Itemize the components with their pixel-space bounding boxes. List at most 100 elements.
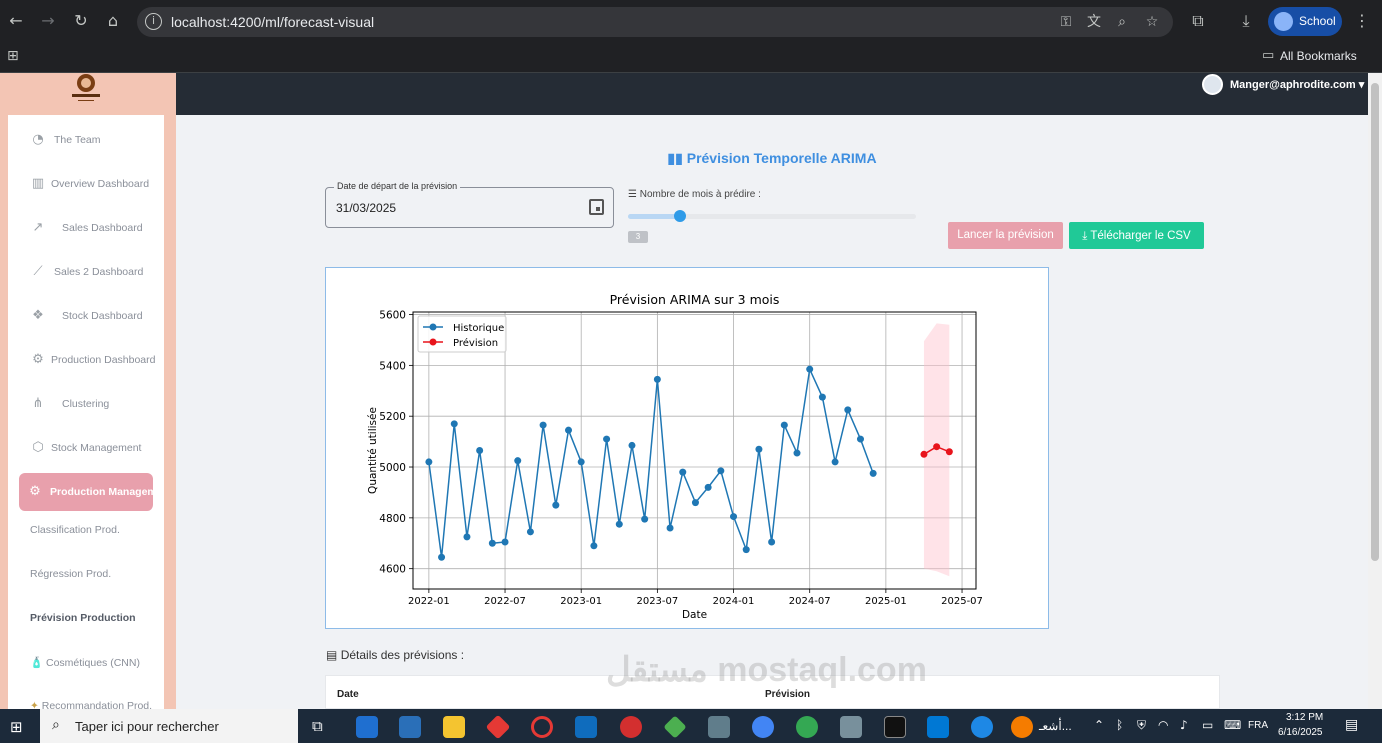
sidebar-item-the-team[interactable]: ◔ The Team	[8, 121, 164, 159]
sidebar-item-overview-dashboard[interactable]: ▥ Overview Dashboard	[8, 165, 164, 203]
data-point	[755, 445, 763, 453]
site-info-icon[interactable]: i	[145, 13, 162, 30]
page-title: ▮▮ Prévision Temporelle ARIMA	[667, 150, 877, 166]
user-avatar[interactable]	[1202, 74, 1223, 95]
battery-icon[interactable]: ▭	[1202, 718, 1213, 732]
months-slider[interactable]	[628, 210, 916, 222]
sidebar-item-clustering[interactable]: ⋔ Clustering	[8, 385, 164, 423]
sidebar-subitem-cosmetiques[interactable]: 🧴 Cosmétiques (CNN)	[8, 643, 164, 681]
data-point	[501, 538, 509, 546]
user-email[interactable]: Manger@aphrodite.com ▾	[1230, 78, 1364, 91]
search-placeholder: Taper ici pour rechercher	[75, 719, 219, 734]
app-header: Manger@aphrodite.com ▾	[0, 73, 1382, 115]
clock-date[interactable]: 6/16/2025	[1278, 727, 1323, 738]
x-tick-label: 2025-01	[865, 596, 907, 607]
x-tick-label: 2024-01	[713, 596, 755, 607]
url-text[interactable]: localhost:4200/ml/forecast-visual	[171, 14, 374, 30]
sidebar-item-production-management[interactable]: ⚙ Production Management	[19, 473, 153, 511]
data-point	[590, 542, 598, 550]
wifi-icon[interactable]: ◠	[1158, 718, 1168, 732]
file-explorer-icon[interactable]	[443, 716, 465, 738]
data-point	[476, 447, 484, 454]
profile-avatar	[1274, 12, 1293, 31]
data-point	[768, 538, 776, 546]
data-point	[679, 468, 687, 476]
gear-icon: ⚙	[29, 484, 41, 499]
chrome-profile-icon[interactable]	[796, 716, 818, 738]
windows-start-icon[interactable]: ⊞	[10, 718, 23, 736]
download-icon[interactable]: ⤓	[1235, 10, 1257, 32]
clock-time[interactable]: 3:12 PM	[1286, 712, 1323, 723]
cube-icon: ⬡	[32, 440, 44, 455]
menu-icon[interactable]: ⋮	[1351, 10, 1373, 32]
sidebar-item-label: Stock Dashboard	[62, 310, 143, 322]
store-icon[interactable]	[399, 716, 421, 738]
address-bar[interactable]: i localhost:4200/ml/forecast-visual ⚿ 文 …	[137, 7, 1173, 37]
home-icon[interactable]: ⌂	[102, 10, 124, 32]
line-chart-icon: ⟋	[33, 264, 43, 279]
language-indicator[interactable]: FRA	[1248, 720, 1268, 731]
chevron-up-icon[interactable]: ⌃	[1094, 718, 1104, 732]
start-date-field[interactable]: Date de départ de la prévision 31/03/202…	[325, 181, 614, 228]
keyboard-icon[interactable]: ⌨	[1224, 718, 1241, 732]
app-window-icon[interactable]	[840, 716, 862, 738]
app-green-icon[interactable]	[663, 715, 687, 739]
y-tick-label: 4600	[379, 564, 406, 576]
security-icon[interactable]: ⛨	[1137, 718, 1146, 733]
opera-gx-icon[interactable]	[620, 716, 642, 738]
app-diamond-icon[interactable]	[485, 714, 511, 740]
sidebar-item-production-dashboard[interactable]: ⚙ Production Dashboard	[8, 341, 164, 379]
all-bookmarks-link[interactable]: All Bookmarks	[1280, 49, 1357, 63]
forward-icon[interactable]: →	[37, 10, 59, 32]
outlook-icon[interactable]	[575, 716, 597, 738]
volume-icon[interactable]: ♪	[1180, 718, 1188, 732]
scrollbar-thumb[interactable]	[1371, 83, 1379, 561]
download-icon: ⤓	[1082, 228, 1088, 242]
profile-button[interactable]: School	[1268, 7, 1342, 36]
camera-icon[interactable]	[708, 716, 730, 738]
x-tick-label: 2022-01	[408, 596, 450, 607]
sidebar-item-stock-dashboard[interactable]: ❖ Stock Dashboard	[8, 297, 164, 335]
sidebar-item-label: Stock Management	[51, 442, 142, 454]
translate-icon[interactable]: 文	[1085, 13, 1103, 31]
bluetooth-icon[interactable]: ᛒ	[1116, 718, 1123, 732]
terminal-icon[interactable]	[884, 716, 906, 738]
run-forecast-button[interactable]: Lancer la prévision	[948, 222, 1063, 249]
sidebar-subitem-prevision[interactable]: Prévision Production	[8, 599, 164, 637]
page-scrollbar[interactable]	[1368, 73, 1382, 709]
help-icon[interactable]	[971, 716, 993, 738]
sidebar-item-label: Overview Dashboard	[51, 178, 150, 190]
sidebar-item-stock-management[interactable]: ⬡ Stock Management	[8, 429, 164, 467]
sidebar-item-sales-dashboard[interactable]: ↗ Sales Dashboard	[8, 209, 164, 247]
star-icon[interactable]: ☆	[1143, 13, 1161, 31]
download-csv-button[interactable]: ⤓ Télécharger le CSV	[1069, 222, 1204, 249]
data-point	[577, 458, 585, 466]
y-tick-label: 5400	[379, 360, 406, 372]
sidebar-item-sales-2-dashboard[interactable]: ⟋ Sales 2 Dashboard	[8, 253, 164, 291]
folder-icon: ▭	[1262, 48, 1275, 63]
calendar-icon[interactable]	[589, 199, 604, 215]
back-icon[interactable]: ←	[5, 10, 27, 32]
apps-grid-icon[interactable]: ⊞	[7, 48, 19, 64]
sidebar-subitem-regression[interactable]: Régression Prod.	[8, 555, 164, 593]
legend-marker	[429, 323, 437, 331]
extensions-icon[interactable]: ⧉	[1187, 10, 1209, 32]
taskbar-search[interactable]: ⌕ Taper ici pour rechercher	[40, 709, 298, 743]
notifications-icon[interactable]: ▤	[1345, 717, 1358, 733]
chrome-icon[interactable]	[752, 716, 774, 738]
slider-thumb[interactable]	[674, 210, 687, 222]
key-icon[interactable]: ⚿	[1057, 13, 1075, 31]
sidebar-subitem-classification[interactable]: Classification Prod.	[8, 511, 164, 549]
zoom-icon[interactable]: ⌕	[1113, 13, 1131, 31]
opera-icon[interactable]	[531, 716, 553, 738]
vscode-icon[interactable]	[927, 716, 949, 738]
taskbar-app-label[interactable]: أشعـ...	[1039, 719, 1072, 733]
task-view-icon[interactable]: ⧉	[312, 717, 323, 735]
sidebar-item-label: Clustering	[62, 398, 110, 410]
mail-icon[interactable]	[356, 716, 378, 738]
app-uv-icon[interactable]	[1011, 716, 1033, 738]
data-point	[920, 450, 928, 458]
data-point	[603, 435, 611, 443]
start-date-value[interactable]: 31/03/2025	[336, 201, 396, 215]
reload-icon[interactable]: ↻	[70, 10, 92, 32]
